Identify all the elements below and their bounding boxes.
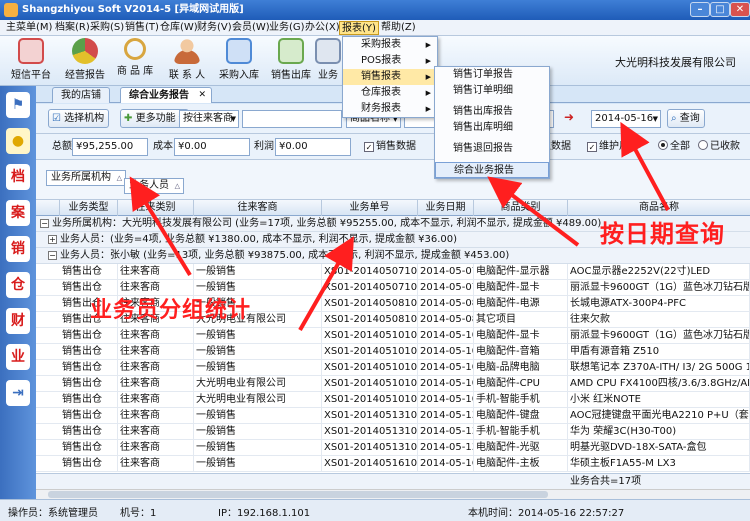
annotation-group-stats: 业务员分组统计: [90, 298, 252, 323]
annotation-overlay: [129, 121, 670, 331]
arrow-to-business-report: [487, 176, 580, 247]
annotation-date-query: 按日期查询: [600, 220, 725, 248]
arrow-to-group-chip: [129, 176, 192, 277]
arrow-to-date-filter: [620, 121, 670, 211]
arrow-to-staff-group: [298, 236, 354, 331]
